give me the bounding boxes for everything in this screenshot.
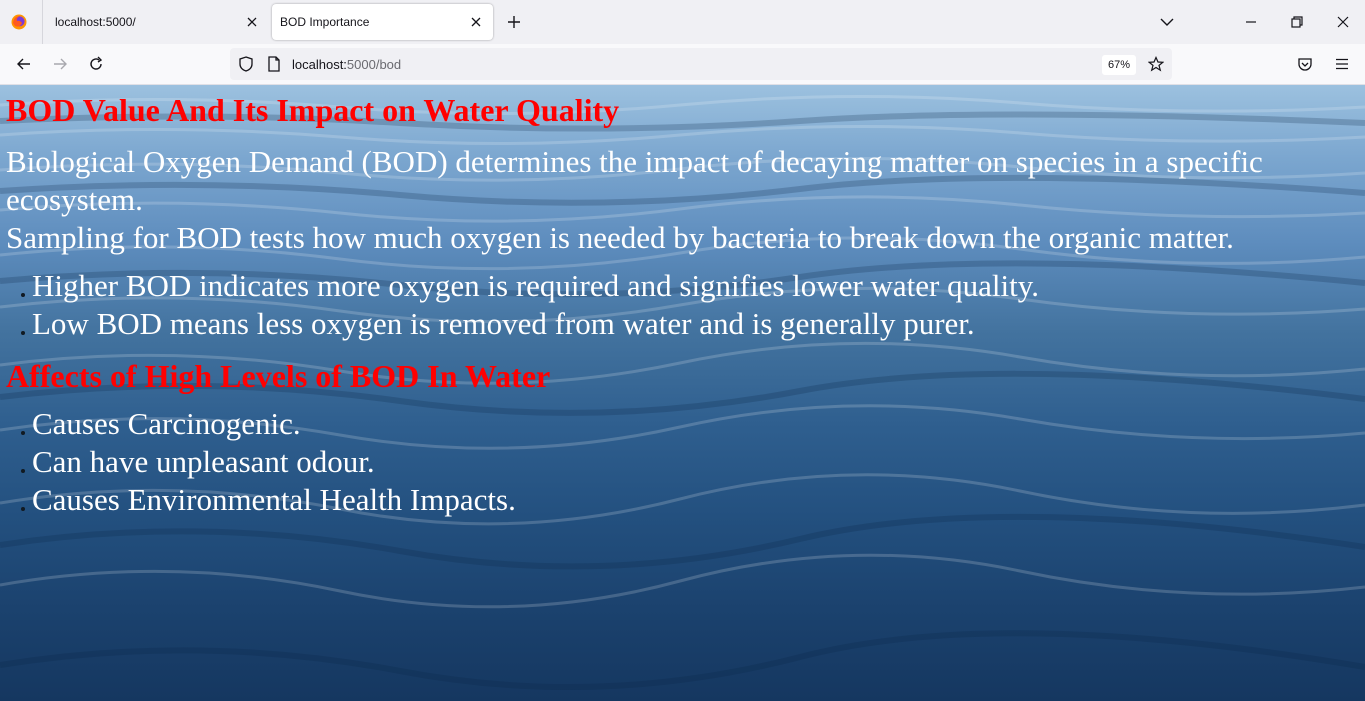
list-item-text: Can have unpleasant odour. [32, 444, 375, 479]
bullet-dot [21, 431, 25, 435]
bullet-dot [21, 507, 25, 511]
bullet-dot [21, 293, 25, 297]
section-heading: Affects of High Levels of BOD In Water [6, 358, 551, 394]
list-item: Can have unpleasant odour. [6, 443, 1346, 481]
close-icon[interactable] [469, 15, 483, 29]
pocket-icon[interactable] [1297, 56, 1313, 72]
minimize-icon[interactable] [1243, 14, 1259, 30]
sampling-paragraph: Sampling for BOD tests how much oxygen i… [6, 220, 1234, 255]
list-item: Low BOD means less oxygen is removed fro… [6, 305, 1346, 343]
menu-icon[interactable] [1334, 56, 1350, 72]
list-item-text: Higher BOD indicates more oxygen is requ… [32, 268, 1039, 303]
page-title: BOD Value And Its Impact on Water Qualit… [6, 92, 620, 128]
list-item: Causes Environmental Health Impacts. [6, 481, 1346, 519]
list-item-text: Low BOD means less oxygen is removed fro… [32, 306, 975, 341]
page-content: BOD Value And Its Impact on Water Qualit… [6, 91, 1346, 519]
star-icon[interactable] [1148, 56, 1164, 72]
tab-strip: localhost:5000/ BOD Importance [0, 0, 1365, 44]
url-path: 5000/bod [346, 57, 402, 72]
page-icon[interactable] [266, 56, 282, 72]
plus-icon[interactable] [506, 14, 522, 30]
url-host: localhost: [292, 57, 347, 72]
list-item: Higher BOD indicates more oxygen is requ… [6, 267, 1346, 305]
close-icon[interactable] [245, 15, 259, 29]
zoom-level-badge[interactable]: 67% [1102, 55, 1136, 75]
list-item-text: Causes Carcinogenic. [32, 406, 301, 441]
bullet-dot [21, 469, 25, 473]
back-arrow-icon[interactable] [16, 56, 32, 72]
tab-localhost[interactable]: localhost:5000/ [43, 4, 269, 40]
effects-list: Causes Carcinogenic. Can have unpleasant… [6, 405, 1346, 519]
tab-title: BOD Importance [280, 15, 370, 29]
url-bar[interactable]: localhost:5000/bod 67% [230, 48, 1172, 80]
bullet-dot [21, 331, 25, 335]
navigation-bar: localhost:5000/bod 67% [0, 44, 1365, 85]
list-item: Causes Carcinogenic. [6, 405, 1346, 443]
chevron-down-icon[interactable] [1159, 14, 1175, 30]
firefox-logo-icon[interactable] [11, 14, 27, 30]
url-text[interactable]: localhost:5000/bod [292, 57, 401, 72]
list-item-text: Causes Environmental Health Impacts. [32, 482, 516, 517]
intro-paragraph: Biological Oxygen Demand (BOD) determine… [6, 144, 1263, 217]
page-viewport: BOD Value And Its Impact on Water Qualit… [0, 85, 1365, 701]
reload-icon[interactable] [88, 56, 104, 72]
tab-bod-importance[interactable]: BOD Importance [272, 4, 493, 40]
bod-meaning-list: Higher BOD indicates more oxygen is requ… [6, 267, 1346, 343]
tab-title: localhost:5000/ [55, 15, 136, 29]
window-close-icon[interactable] [1335, 14, 1351, 30]
shield-icon[interactable] [238, 56, 254, 72]
restore-icon[interactable] [1289, 14, 1305, 30]
forward-arrow-icon[interactable] [52, 56, 68, 72]
